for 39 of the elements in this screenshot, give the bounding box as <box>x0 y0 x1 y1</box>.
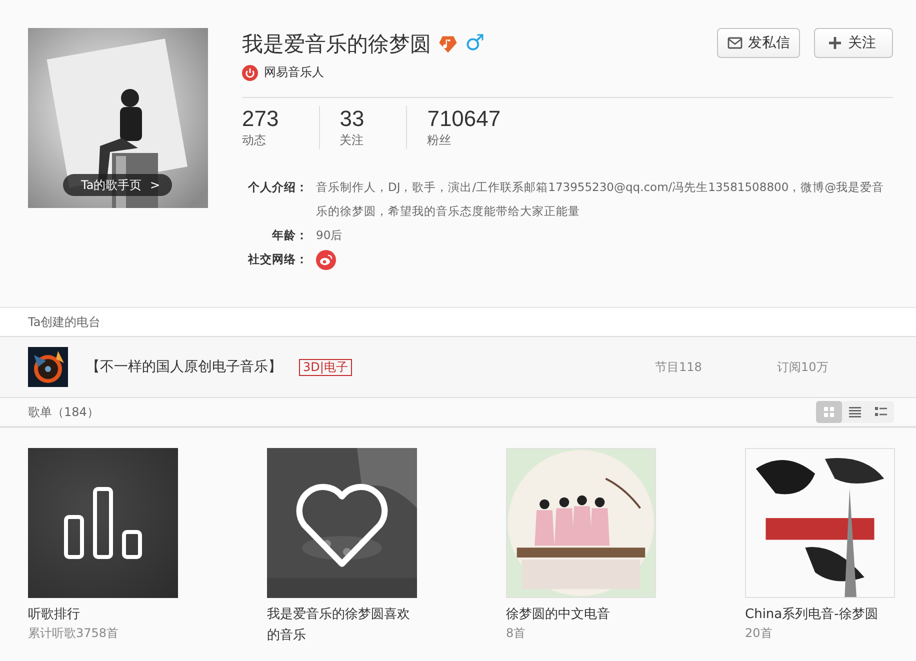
playlist-count: 累计听歌3758首 <box>28 625 120 641</box>
stat-count[interactable]: 33 <box>340 106 364 132</box>
section-title: Ta创建的电台 <box>28 314 101 330</box>
stat-label: 粉丝 <box>427 132 452 149</box>
list-icon <box>849 406 861 418</box>
playlist-title[interactable]: 徐梦圆的中文电音 <box>506 604 656 625</box>
detail-label: 个人介绍： <box>247 179 308 196</box>
detail-value: 90后 <box>316 227 344 244</box>
stat-count[interactable]: 273 <box>242 106 279 132</box>
plus-icon <box>827 35 843 51</box>
artist-page-link[interactable]: Ta的歌手页 > <box>63 174 172 196</box>
message-button[interactable]: 发私信 <box>717 28 800 58</box>
follow-button[interactable]: 关注 <box>814 28 893 58</box>
genre-tag: 3D|电子 <box>299 358 352 376</box>
bar-chart-icon <box>63 487 143 559</box>
playlist-title[interactable]: China系列电音-徐梦圆 <box>745 604 895 625</box>
radio-title[interactable]: 【不一样的国人原创电子音乐】 <box>86 358 299 376</box>
stat-label: 动态 <box>242 132 267 149</box>
program-count: 节目118 <box>655 358 703 376</box>
playlist-count: 20首 <box>745 625 774 641</box>
envelope-icon <box>727 35 743 51</box>
playlist-title[interactable]: 听歌排行 <box>28 604 178 625</box>
detail-label: 社交网络： <box>246 251 308 268</box>
gender-symbol: ♂ <box>465 33 485 55</box>
playlist-count: 8首 <box>506 625 527 641</box>
user-name: 我是爱音乐的徐梦圆 <box>242 31 431 58</box>
detail-label: 年龄： <box>270 227 308 244</box>
musician-icon <box>242 64 258 80</box>
detail-icon <box>875 406 887 418</box>
ranking-cover[interactable] <box>28 448 178 598</box>
playlist-title[interactable]: 我是爱音乐的徐梦圆喜欢的音乐 <box>267 604 417 646</box>
section-title: 歌单（184） <box>28 404 99 420</box>
musician-label: 网易音乐人 <box>264 64 324 81</box>
stat-count[interactable]: 710647 <box>427 106 501 132</box>
grid-icon <box>823 406 835 418</box>
detail-value: 音乐制作人，DJ，歌手，演出/工作联系邮箱173955230@qq.com/冯先生13581508800，微博@我是爱音乐的徐梦圆，希望我的音乐态度能带给大家正能量 <box>316 179 886 220</box>
subscriber-count: 订阅10万 <box>777 358 830 376</box>
weibo-icon[interactable] <box>316 250 336 270</box>
stat-label: 关注 <box>340 132 364 149</box>
